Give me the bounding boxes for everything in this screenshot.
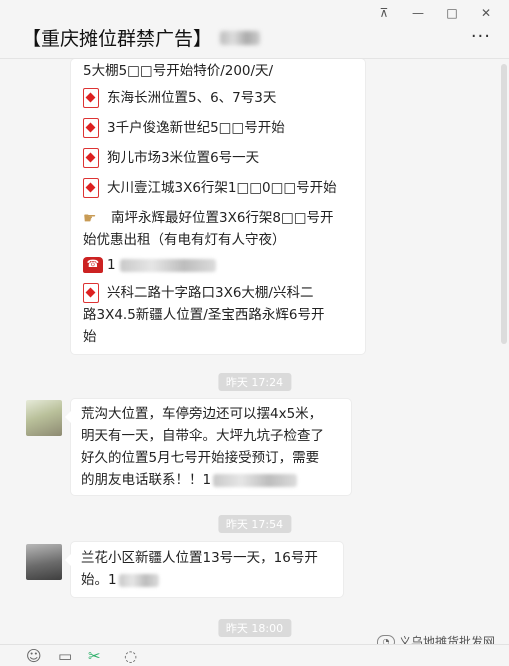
message-line: 大川壹江城3X6行架1□□0□□号开始 bbox=[83, 177, 355, 199]
timestamp-divider: 昨天 17:24 bbox=[217, 373, 292, 391]
window-controls: ⊼ — □ ✕ bbox=[369, 2, 501, 24]
message-line: 路3X4.5新疆人位置/圣宝西路永辉6号开 bbox=[83, 304, 355, 326]
message-text: 荒沟大位置，车停旁边还可以摆4x5米， bbox=[81, 406, 323, 422]
message-line: 明天有一天，自带伞。大坪九坑子检查了 bbox=[81, 425, 341, 447]
message-line: 兴科二路十字路口3X6大棚/兴科二 bbox=[83, 282, 355, 304]
redacted-phone-number bbox=[118, 573, 159, 587]
message-line: ☎ 1 bbox=[83, 254, 355, 276]
message-line: 始 bbox=[83, 326, 355, 348]
message-text: 路3X4.5新疆人位置/圣宝西路永辉6号开 bbox=[83, 307, 325, 323]
diamond-card-icon bbox=[83, 283, 99, 303]
chat-history-icon[interactable]: ◌ bbox=[124, 647, 137, 665]
diamond-card-icon bbox=[83, 118, 99, 138]
chat-scrollbar[interactable] bbox=[501, 64, 507, 344]
message-line: 好久的位置5月七号开始接受预订，需要 bbox=[81, 447, 341, 469]
message-line: 5大棚5□□号开始特价/200/天/ bbox=[83, 60, 355, 82]
message-text: 大川壹江城3X6行架1□□0□□号开始 bbox=[107, 180, 337, 196]
message-bubble[interactable]: 兰花小区新疆人位置13号一天，16号开 始。1 bbox=[65, 542, 343, 597]
minimize-button[interactable]: — bbox=[403, 2, 433, 24]
message-text: 始优惠出租（有电有灯有人守夜） bbox=[83, 232, 286, 248]
more-options-button[interactable]: ··· bbox=[471, 26, 491, 47]
message-text: 南坪永辉最好位置3X6行架8□□号开 bbox=[111, 210, 334, 226]
diamond-card-icon bbox=[83, 88, 99, 108]
message-line: 兰花小区新疆人位置13号一天，16号开 bbox=[81, 547, 333, 569]
pointing-hand-icon: ☛ bbox=[83, 209, 97, 227]
chat-message-area[interactable]: 5大棚5□□号开始特价/200/天/ 东海长洲位置5、6、7号3天 3千户俊逸新… bbox=[0, 59, 509, 644]
message-line: 的朋友电话联系！！1 bbox=[81, 469, 341, 491]
message-text: 兰花小区新疆人位置13号一天，16号开 bbox=[81, 550, 318, 566]
message-text: 1 bbox=[107, 257, 116, 273]
scissors-icon[interactable]: ✂ bbox=[88, 647, 101, 665]
message-text: 始 bbox=[83, 329, 97, 345]
message-text: 东海长洲位置5、6、7号3天 bbox=[107, 90, 277, 106]
message-text: 兴科二路十字路口3X6大棚/兴科二 bbox=[107, 285, 314, 301]
avatar[interactable] bbox=[26, 544, 62, 580]
message-line: 东海长洲位置5、6、7号3天 bbox=[83, 87, 355, 109]
message-line: 狗儿市场3米位置6号一天 bbox=[83, 147, 355, 169]
redacted-title-suffix bbox=[220, 30, 261, 45]
message-bubble[interactable]: 5大棚5□□号开始特价/200/天/ 东海长洲位置5、6、7号3天 3千户俊逸新… bbox=[71, 59, 365, 354]
message-line: 荒沟大位置，车停旁边还可以摆4x5米， bbox=[81, 403, 341, 425]
message-text: 5大棚5□□号开始特价/200/天/ bbox=[83, 63, 274, 79]
diamond-card-icon bbox=[83, 148, 99, 168]
message-line: 始。1 bbox=[81, 569, 333, 591]
message-text: 的朋友电话联系！！1 bbox=[81, 472, 212, 488]
maximize-button[interactable]: □ bbox=[437, 2, 467, 24]
message-text: 始。1 bbox=[81, 572, 117, 588]
message-text: 3千户俊逸新世纪5□□号开始 bbox=[107, 120, 285, 136]
message-text: 明天有一天，自带伞。大坪九坑子检查了 bbox=[81, 428, 324, 444]
diamond-card-icon bbox=[83, 178, 99, 198]
chat-title: 【重庆摊位群禁广告】 bbox=[22, 24, 261, 51]
window-titlebar: ⊼ — □ ✕ 【重庆摊位群禁广告】 ··· bbox=[0, 0, 509, 59]
message-text: 好久的位置5月七号开始接受预订，需要 bbox=[81, 450, 320, 466]
pin-button[interactable]: ⊼ bbox=[369, 2, 399, 24]
message-line: 3千户俊逸新世纪5□□号开始 bbox=[83, 117, 355, 139]
redacted-phone-number bbox=[119, 258, 216, 272]
telephone-icon: ☎ bbox=[83, 257, 103, 273]
folder-icon[interactable]: ▭ bbox=[58, 647, 72, 665]
message-line: 始优惠出租（有电有灯有人守夜） bbox=[83, 229, 355, 251]
timestamp-divider: 昨天 17:54 bbox=[217, 515, 292, 533]
avatar[interactable] bbox=[26, 400, 62, 436]
message-bubble[interactable]: 荒沟大位置，车停旁边还可以摆4x5米， 明天有一天，自带伞。大坪九坑子检查了 好… bbox=[65, 399, 351, 495]
redacted-phone-number bbox=[213, 473, 298, 487]
input-toolbar: ☺ ▭ ✂ ◌ bbox=[0, 644, 509, 666]
timestamp-divider: 昨天 18:00 bbox=[217, 619, 292, 637]
close-button[interactable]: ✕ bbox=[471, 2, 501, 24]
message-line: ☛ 南坪永辉最好位置3X6行架8□□号开 bbox=[83, 207, 355, 229]
chat-title-text: 【重庆摊位群禁广告】 bbox=[22, 28, 213, 50]
emoji-icon[interactable]: ☺ bbox=[26, 647, 42, 665]
message-text: 狗儿市场3米位置6号一天 bbox=[107, 150, 260, 166]
